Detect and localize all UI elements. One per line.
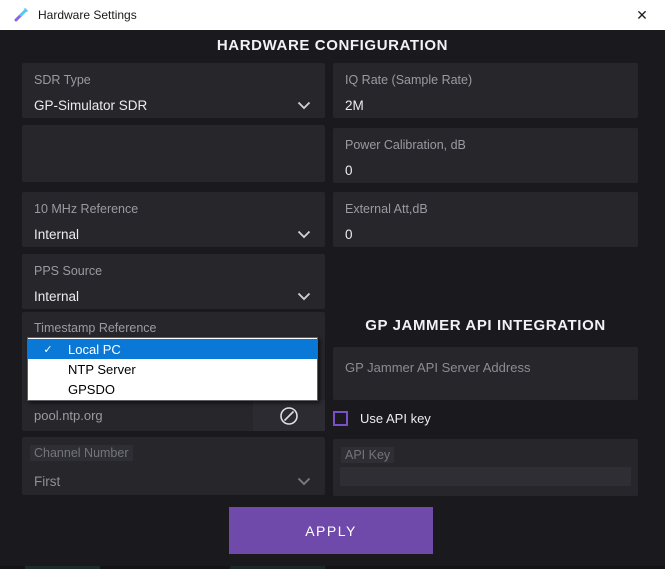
- external-att-label: External Att,dB: [345, 202, 428, 216]
- menu-item-gpsdo[interactable]: GPSDO: [28, 379, 317, 399]
- menu-item-local-pc[interactable]: ✓ Local PC: [28, 339, 317, 359]
- pps-source-card: PPS Source Internal: [22, 254, 325, 309]
- power-calibration-field[interactable]: 0: [345, 160, 626, 180]
- section-header: HARDWARE CONFIGURATION: [216, 37, 449, 54]
- external-att-value: 0: [345, 226, 353, 242]
- chevron-down-icon: [297, 230, 311, 239]
- api-key-label: API Key: [341, 447, 395, 463]
- external-att-field[interactable]: 0: [345, 224, 626, 244]
- chevron-down-icon: [297, 101, 311, 110]
- iq-rate-label: IQ Rate (Sample Rate): [345, 73, 473, 87]
- menu-item-label: NTP Server: [68, 361, 136, 377]
- sdr-type-value: GP-Simulator SDR: [34, 97, 148, 113]
- iq-rate-field[interactable]: 2M: [345, 95, 626, 115]
- api-key-input: [340, 467, 631, 486]
- menu-item-label: GPSDO: [68, 381, 115, 397]
- ref-10mhz-value: Internal: [34, 226, 80, 242]
- iq-rate-value: 2M: [345, 97, 364, 113]
- timestamp-reference-label: Timestamp Reference: [34, 321, 157, 335]
- chevron-down-icon: [297, 292, 311, 301]
- sdr-type-card: SDR Type GP-Simulator SDR: [22, 63, 325, 118]
- api-integration-header: GP JAMMER API INTEGRATION: [365, 317, 606, 334]
- hardware-settings-dialog: Hardware Settings ✕ HARDWARE CONFIGURATI…: [0, 0, 665, 569]
- ntp-sync-button[interactable]: [253, 400, 325, 431]
- api-server-address-input[interactable]: [345, 357, 626, 377]
- pps-source-label: PPS Source: [34, 264, 103, 278]
- channel-number-select: First: [34, 471, 313, 491]
- ntp-server-input[interactable]: [34, 400, 254, 431]
- chevron-down-icon: [297, 477, 311, 486]
- iq-rate-card: IQ Rate (Sample Rate) 2M: [333, 63, 638, 118]
- power-calibration-value: 0: [345, 162, 353, 178]
- api-server-address-card: [333, 347, 638, 400]
- channel-number-label: Channel Number: [30, 445, 133, 461]
- window-title: Hardware Settings: [38, 8, 137, 22]
- timestamp-reference-menu: ✓ Local PC NTP Server GPSDO: [27, 337, 318, 401]
- use-api-key-row: Use API key: [333, 408, 431, 428]
- ref-10mhz-select[interactable]: Internal: [34, 224, 313, 244]
- ref-10mhz-label: 10 MHz Reference: [34, 202, 139, 216]
- menu-item-label: Local PC: [68, 341, 121, 357]
- power-calibration-card: Power Calibration, dB 0: [333, 128, 638, 183]
- sdr-type-label: SDR Type: [34, 73, 91, 87]
- apply-button[interactable]: APPLY: [229, 507, 433, 554]
- use-api-key-checkbox[interactable]: [333, 410, 348, 426]
- sdr-type-select[interactable]: GP-Simulator SDR: [34, 95, 313, 115]
- pps-source-select[interactable]: Internal: [34, 286, 313, 306]
- channel-number-value: First: [34, 473, 61, 489]
- menu-item-ntp-server[interactable]: NTP Server: [28, 359, 317, 379]
- empty-card: [22, 125, 325, 182]
- power-calibration-label: Power Calibration, dB: [345, 138, 466, 152]
- titlebar[interactable]: Hardware Settings ✕: [0, 0, 665, 30]
- use-api-key-label: Use API key: [360, 410, 431, 426]
- ntp-server-row: [22, 400, 325, 431]
- close-button[interactable]: ✕: [619, 0, 665, 30]
- api-key-card: API Key: [333, 439, 638, 496]
- ref-10mhz-card: 10 MHz Reference Internal: [22, 192, 325, 247]
- external-att-card: External Att,dB 0: [333, 192, 638, 247]
- wrench-icon: [14, 7, 29, 22]
- sync-disabled-icon: [280, 406, 298, 425]
- channel-number-card: Channel Number First: [22, 437, 325, 495]
- checkmark-icon: ✓: [43, 343, 53, 356]
- pps-source-value: Internal: [34, 288, 80, 304]
